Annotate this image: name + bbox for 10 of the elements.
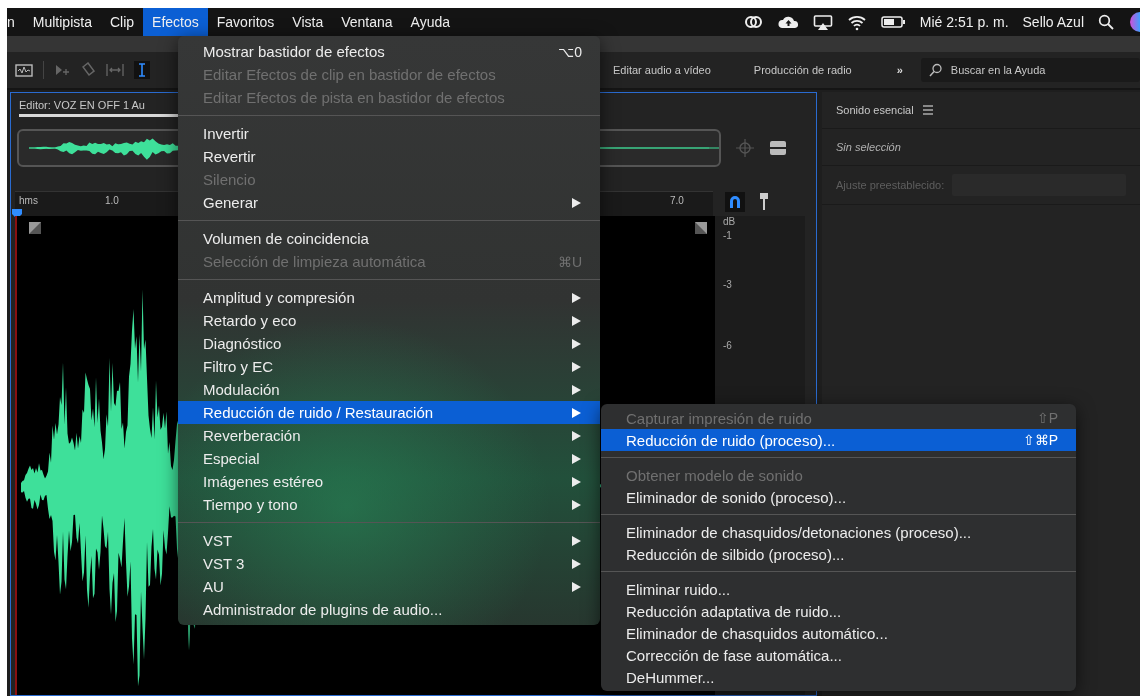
- panel-title: Sonido esencial: [836, 104, 914, 116]
- status-text: Sin selección: [836, 141, 901, 153]
- ruler-label: hms: [19, 195, 38, 206]
- scale-label: -3: [723, 279, 732, 290]
- scale-label: dB: [723, 216, 736, 227]
- field-label: Ajuste preestablecido:: [836, 179, 945, 191]
- scale-label: -6: [723, 340, 732, 351]
- ruler-label: 7.0: [670, 195, 684, 206]
- ruler-label: 1.0: [105, 195, 119, 206]
- scale-label: -1: [723, 230, 732, 241]
